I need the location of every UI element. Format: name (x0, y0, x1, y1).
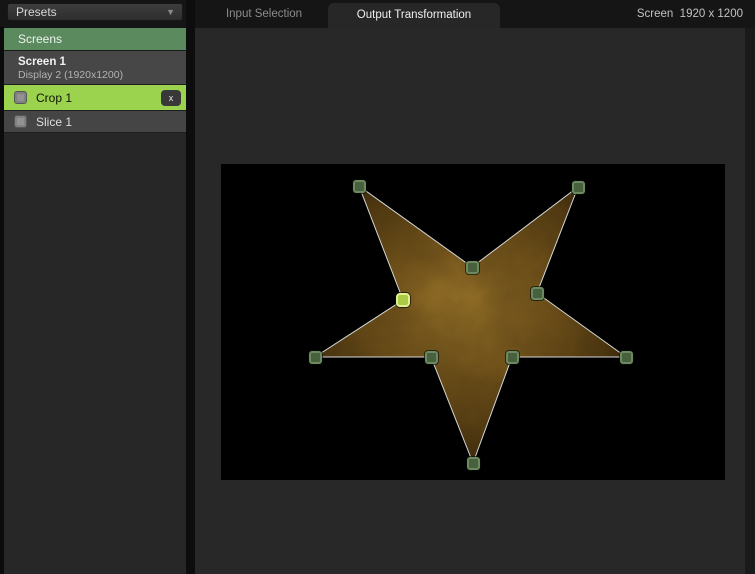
transform-handle-inner-bottom-right[interactable] (506, 351, 519, 364)
sidebar-item-crop-1[interactable]: Crop 1 x (4, 85, 186, 111)
presets-label: Presets (16, 5, 57, 19)
sidebar-item-slice-1[interactable]: Slice 1 (4, 111, 186, 133)
screens-header: Screens (4, 27, 186, 51)
transform-handle-outer-top-left[interactable] (353, 180, 366, 193)
output-canvas[interactable] (221, 164, 725, 480)
editor-area (195, 28, 755, 574)
screen-title: Screen 1 (18, 55, 186, 69)
layer-label: Slice 1 (36, 115, 72, 129)
star-texture (221, 164, 725, 480)
layer-visibility-checkbox[interactable] (14, 91, 27, 104)
sidebar-item-screen-1[interactable]: Screen 1 Display 2 (1920x1200) (4, 51, 186, 85)
transform-handle-inner-top[interactable] (466, 261, 479, 274)
layer-label: Crop 1 (36, 91, 72, 105)
presets-dropdown[interactable]: Presets ▼ (7, 3, 183, 21)
screen-subtitle: Display 2 (1920x1200) (18, 69, 186, 82)
layer-close-button[interactable]: x (161, 90, 181, 106)
sidebar-divider (186, 0, 195, 574)
sidebar-list: Screens Screen 1 Display 2 (1920x1200) C… (4, 27, 186, 574)
star-shape[interactable] (221, 164, 725, 480)
chevron-down-icon: ▼ (166, 4, 175, 20)
app-window: Presets ▼ Screens Screen 1 Display 2 (19… (0, 0, 755, 574)
transform-handle-outer-left[interactable] (309, 351, 322, 364)
main-area: Input Selection Output Transformation Sc… (195, 0, 755, 574)
tab-input-selection[interactable]: Input Selection (200, 0, 328, 28)
transform-handle-inner-bottom-left[interactable] (425, 351, 438, 364)
right-edge-strip (745, 28, 755, 574)
tab-output-transformation[interactable]: Output Transformation (328, 3, 500, 28)
transform-handle-inner-left[interactable] (396, 293, 410, 307)
screen-info-label: Screen 1920 x 1200 (637, 0, 743, 28)
transform-handle-outer-right[interactable] (620, 351, 633, 364)
sidebar: Presets ▼ Screens Screen 1 Display 2 (19… (0, 0, 186, 574)
tab-bar: Input Selection Output Transformation Sc… (195, 0, 755, 28)
sidebar-top-strip: Presets ▼ (0, 0, 186, 27)
transform-handle-outer-bottom[interactable] (467, 457, 480, 470)
transform-handle-inner-right[interactable] (531, 287, 544, 300)
transform-handle-outer-top-right[interactable] (572, 181, 585, 194)
layer-visibility-checkbox[interactable] (14, 115, 27, 128)
